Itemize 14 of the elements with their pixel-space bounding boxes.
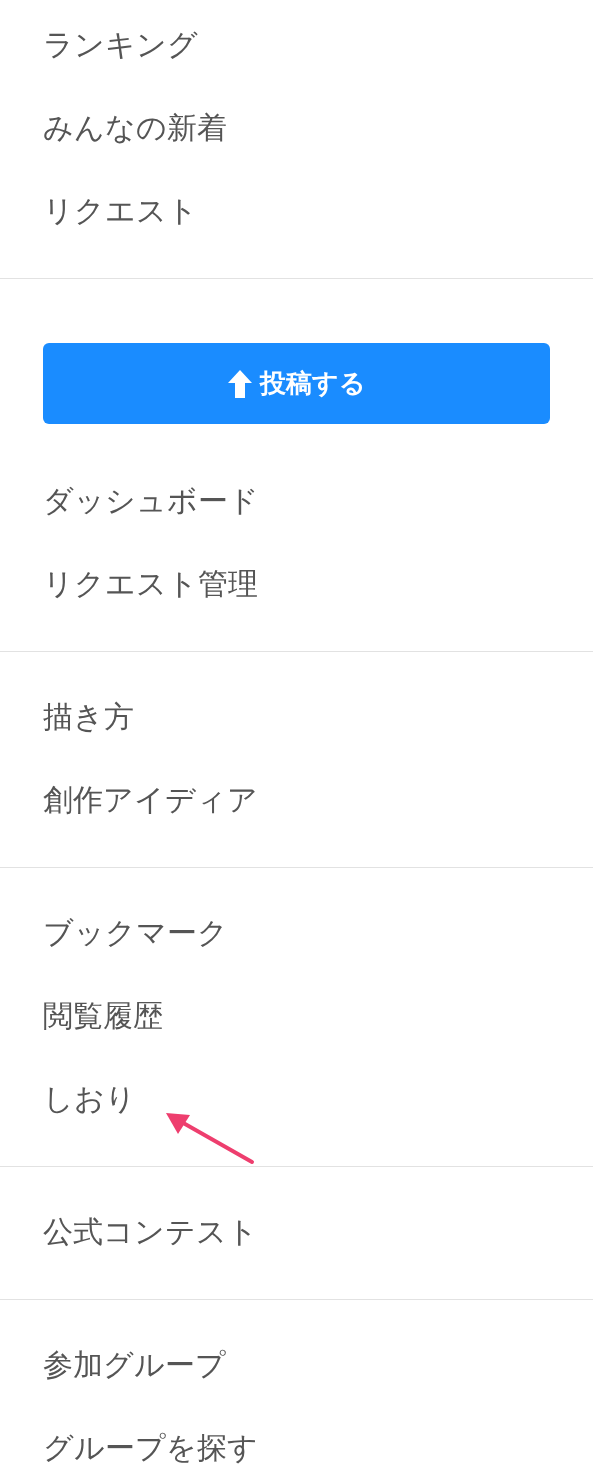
menu-link[interactable]: 創作アイディア	[43, 777, 258, 822]
upload-arrow-icon	[227, 369, 252, 398]
menu-link[interactable]: みんなの新着	[43, 105, 227, 150]
menu-link[interactable]: ブックマーク	[43, 910, 228, 955]
menu-link[interactable]: リクエスト	[43, 188, 198, 233]
menu-link[interactable]: ランキング	[43, 22, 198, 67]
menu-link[interactable]: グループを探す	[43, 1425, 258, 1470]
menu-link[interactable]: ダッシュボード	[43, 478, 259, 523]
menu-link[interactable]: 閲覧履歴	[43, 993, 163, 1038]
menu-link[interactable]: 公式コンテスト	[43, 1209, 258, 1254]
menu-link[interactable]: 描き方	[43, 694, 134, 739]
menu-link[interactable]: しおり	[43, 1076, 136, 1121]
menu-link[interactable]: 参加グループ	[43, 1342, 226, 1387]
menu-link[interactable]: リクエスト管理	[43, 561, 258, 606]
